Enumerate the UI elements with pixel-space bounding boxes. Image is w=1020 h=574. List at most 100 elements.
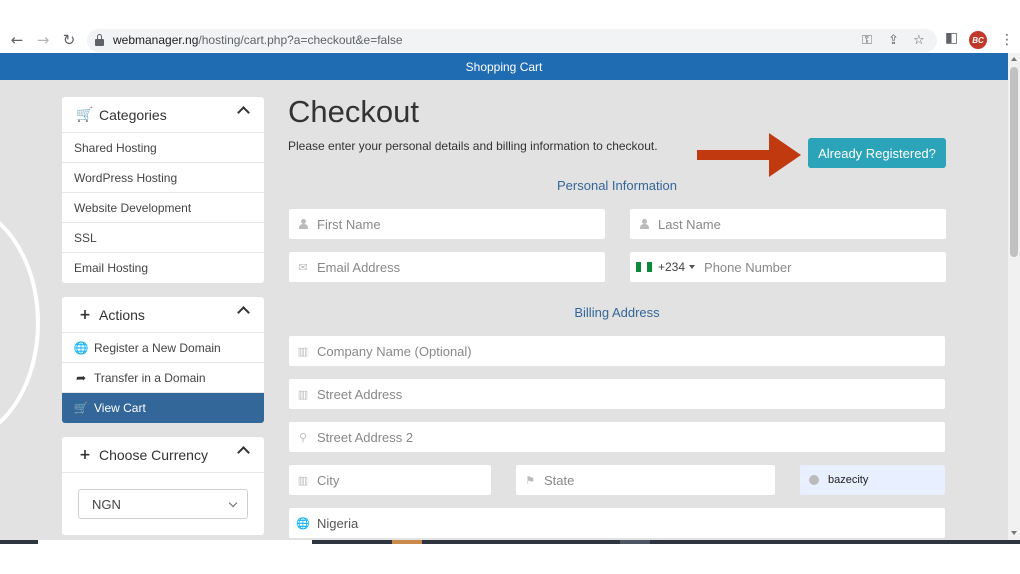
share-arrow-icon: ➦ — [75, 370, 87, 385]
personal-info-heading: Personal Information — [557, 178, 677, 193]
globe-icon: 🌐 — [296, 516, 310, 530]
signpost-icon: ⚑ — [525, 473, 535, 487]
sidebar-item-shared-hosting[interactable]: Shared Hosting — [62, 133, 264, 163]
cart-icon: 🛒 — [73, 401, 89, 415]
billing-address-heading: Billing Address — [574, 305, 660, 320]
street2-placeholder: Street Address 2 — [317, 429, 414, 445]
bottom-margin — [0, 544, 1020, 574]
currency-panel: + Choose Currency NGN — [62, 437, 264, 535]
country-value: Nigeria — [317, 515, 359, 531]
banner-title: Shopping Cart — [465, 59, 543, 74]
side-panel-icon[interactable]: ◧ — [945, 30, 958, 46]
page-subtitle: Please enter your personal details and b… — [288, 139, 658, 153]
bookmark-star-icon[interactable]: ☆ — [913, 33, 925, 48]
categories-header[interactable]: 🛒 Categories — [62, 97, 264, 133]
cart-icon: 🛒 — [76, 106, 94, 123]
sidebar-item-label: SSL — [74, 230, 97, 245]
currency-header[interactable]: + Choose Currency — [62, 437, 264, 473]
map-marker-icon: ⚲ — [298, 430, 308, 444]
phone-placeholder: Phone Number — [704, 259, 792, 275]
building-icon: ▥ — [297, 473, 309, 487]
scroll-up-icon[interactable] — [1011, 57, 1017, 61]
key-icon[interactable]: ⚿ — [862, 33, 872, 48]
sidebar-item-wordpress-hosting[interactable]: WordPress Hosting — [62, 163, 264, 193]
globe-icon: 🌐 — [73, 340, 89, 355]
share-icon[interactable]: ⇪ — [888, 33, 899, 48]
country-field[interactable]: 🌐 Nigeria — [289, 508, 945, 538]
url-path: /hosting/cart.php?a=checkout&e=false — [198, 33, 403, 47]
first-name-field[interactable]: First Name — [289, 209, 605, 239]
caret-down-icon[interactable] — [689, 265, 696, 269]
currency-selected: NGN — [92, 496, 121, 512]
dial-code[interactable]: +234 — [658, 260, 685, 274]
already-registered-button[interactable]: Already Registered? — [808, 138, 946, 168]
sidebar-item-transfer-domain[interactable]: ➦ Transfer in a Domain — [62, 363, 264, 393]
actions-title: Actions — [99, 306, 145, 323]
sidebar-item-email-hosting[interactable]: Email Hosting — [62, 253, 264, 283]
browser-toolbar: ← → ↻ webmanager.ng/hosting/cart.php?a=c… — [0, 28, 1020, 53]
sidebar-item-label: Email Hosting — [74, 261, 149, 275]
company-placeholder: Company Name (Optional) — [317, 343, 472, 359]
phone-field[interactable]: +234 Phone Number — [630, 252, 946, 282]
sidebar-item-label: Website Development — [74, 200, 192, 215]
sidebar-item-website-development[interactable]: Website Development — [62, 193, 264, 223]
decorative-ring — [0, 203, 40, 443]
postcode-field[interactable]: bazecity — [800, 465, 945, 495]
currency-body: NGN — [62, 473, 264, 535]
currency-title: Choose Currency — [99, 446, 208, 463]
chevron-up-icon[interactable] — [237, 446, 250, 459]
street-address-field[interactable]: ▥ Street Address — [289, 379, 945, 409]
profile-avatar[interactable]: BC — [969, 31, 987, 49]
browser-titlebar — [0, 0, 1020, 28]
actions-panel: + Actions 🌐 Register a New Domain ➦ Tran… — [62, 297, 264, 423]
page-scrollbar[interactable] — [1008, 53, 1020, 540]
last-name-field[interactable]: Last Name — [630, 209, 946, 239]
street-address-2-field[interactable]: ⚲ Street Address 2 — [289, 422, 945, 452]
back-icon[interactable]: ← — [8, 31, 26, 49]
sidebar-item-ssl[interactable]: SSL — [62, 223, 264, 253]
actions-header[interactable]: + Actions — [62, 297, 264, 333]
city-placeholder: City — [317, 472, 340, 488]
envelope-icon: ✉ — [298, 260, 308, 274]
page-content: Shopping Cart 🛒 Categories Shared Hostin… — [0, 53, 1008, 540]
sidebar-item-view-cart[interactable]: 🛒 View Cart — [62, 393, 264, 423]
company-field[interactable]: ▥ Company Name (Optional) — [289, 336, 945, 366]
sidebar-item-label: Register a New Domain — [94, 340, 221, 355]
sidebar-item-label: WordPress Hosting — [74, 170, 178, 185]
building-icon: ▥ — [297, 344, 309, 358]
shopping-cart-banner: Shopping Cart — [0, 53, 1008, 80]
page-title: Checkout — [288, 94, 419, 129]
circle-icon — [800, 475, 828, 485]
sidebar-item-label: View Cart — [94, 401, 146, 415]
lock-icon[interactable] — [95, 34, 104, 46]
building-icon: ▥ — [297, 387, 309, 401]
address-bar[interactable]: webmanager.ng/hosting/cart.php?a=checkou… — [87, 29, 937, 52]
red-arrow-icon — [697, 133, 801, 177]
scroll-down-icon[interactable] — [1011, 531, 1017, 535]
plus-icon: + — [79, 306, 91, 323]
sidebar-item-label: Transfer in a Domain — [94, 370, 206, 385]
forward-icon[interactable]: → — [34, 31, 52, 49]
scroll-thumb[interactable] — [1010, 67, 1018, 257]
first-name-placeholder: First Name — [317, 216, 381, 232]
currency-select[interactable]: NGN — [78, 489, 248, 519]
chevron-down-icon — [228, 498, 238, 508]
city-field[interactable]: ▥ City — [289, 465, 491, 495]
last-name-placeholder: Last Name — [658, 216, 721, 232]
user-icon — [630, 219, 658, 229]
reload-icon[interactable]: ↻ — [60, 31, 78, 49]
more-menu-icon[interactable]: ⋮ — [1000, 32, 1014, 48]
email-placeholder: Email Address — [317, 259, 401, 275]
chevron-up-icon[interactable] — [237, 106, 250, 119]
state-field[interactable]: ⚑ State — [516, 465, 775, 495]
street-placeholder: Street Address — [317, 386, 403, 402]
sidebar-item-label: Shared Hosting — [74, 140, 157, 155]
email-field[interactable]: ✉ Email Address — [289, 252, 605, 282]
plus-icon: + — [79, 446, 91, 463]
user-icon — [289, 219, 317, 229]
state-placeholder: State — [544, 472, 575, 488]
chevron-up-icon[interactable] — [237, 306, 250, 319]
nigeria-flag-icon[interactable] — [636, 262, 652, 272]
url-host: webmanager.ng — [113, 33, 199, 47]
sidebar-item-register-domain[interactable]: 🌐 Register a New Domain — [62, 333, 264, 363]
